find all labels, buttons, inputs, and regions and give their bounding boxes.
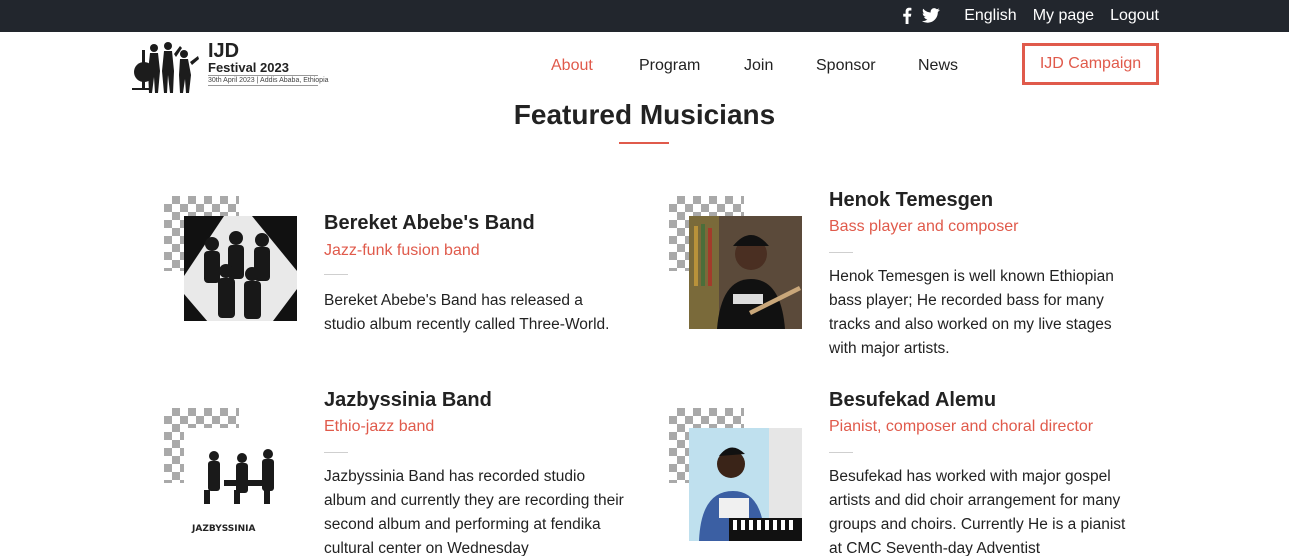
musician-name: Besufekad Alemu xyxy=(829,389,997,411)
musician-description: Bereket Abebe's Band has released a stud… xyxy=(324,292,610,333)
musician-description: Jazbyssinia Band has recorded studio alb… xyxy=(324,468,624,556)
card-divider xyxy=(324,274,348,275)
language-link[interactable]: English xyxy=(964,7,1016,25)
twitter-icon[interactable] xyxy=(922,8,940,28)
logo-date: 30th April 2023 | Addis Ababa, Ethiopia xyxy=(208,75,329,86)
nav-sponsor[interactable]: Sponsor xyxy=(816,57,876,75)
card-divider xyxy=(829,252,853,253)
card-divider xyxy=(829,452,853,453)
nav-about[interactable]: About xyxy=(551,57,593,75)
musician-photo xyxy=(184,216,297,329)
nav-program[interactable]: Program xyxy=(639,57,700,75)
musician-description: Besufekad has worked with major gospel a… xyxy=(829,468,1126,556)
social-links xyxy=(902,7,940,29)
musician-name: Bereket Abebe's Band xyxy=(324,212,535,234)
account-links: English My page Logout xyxy=(964,0,1159,32)
svg-text:JAZBYSSINIA: JAZBYSSINIA xyxy=(191,524,256,534)
top-bar: English My page Logout xyxy=(0,0,1289,32)
musician-description: Henok Temesgen is well known Ethiopian b… xyxy=(829,268,1114,357)
facebook-icon[interactable] xyxy=(902,7,912,29)
musician-name: Henok Temesgen xyxy=(829,189,994,211)
musician-photo xyxy=(689,216,802,329)
musician-role: Jazz-funk fusion band xyxy=(324,242,480,259)
nav-news[interactable]: News xyxy=(918,57,958,75)
card-divider xyxy=(324,452,348,453)
musician-role: Ethio-jazz band xyxy=(324,418,435,435)
logo-subtitle: Festival 2023 xyxy=(208,60,289,75)
festival-logo[interactable]: IJD Festival 2023 30th April 2023 | Addi… xyxy=(130,40,329,96)
my-page-link[interactable]: My page xyxy=(1033,7,1094,25)
musicians-silhouette-icon xyxy=(132,42,199,93)
musician-name: Jazbyssinia Band xyxy=(324,389,492,411)
musician-role: Bass player and composer xyxy=(829,218,1019,235)
musician-photo: JAZBYSSINIA xyxy=(184,428,297,541)
campaign-button[interactable]: IJD Campaign xyxy=(1022,43,1159,85)
musician-role: Pianist, composer and choral director xyxy=(829,418,1094,435)
section-title: Featured Musicians xyxy=(513,99,776,130)
title-underline xyxy=(619,142,669,144)
logout-link[interactable]: Logout xyxy=(1110,7,1159,25)
musician-photo xyxy=(689,428,802,541)
nav-join[interactable]: Join xyxy=(744,57,773,75)
